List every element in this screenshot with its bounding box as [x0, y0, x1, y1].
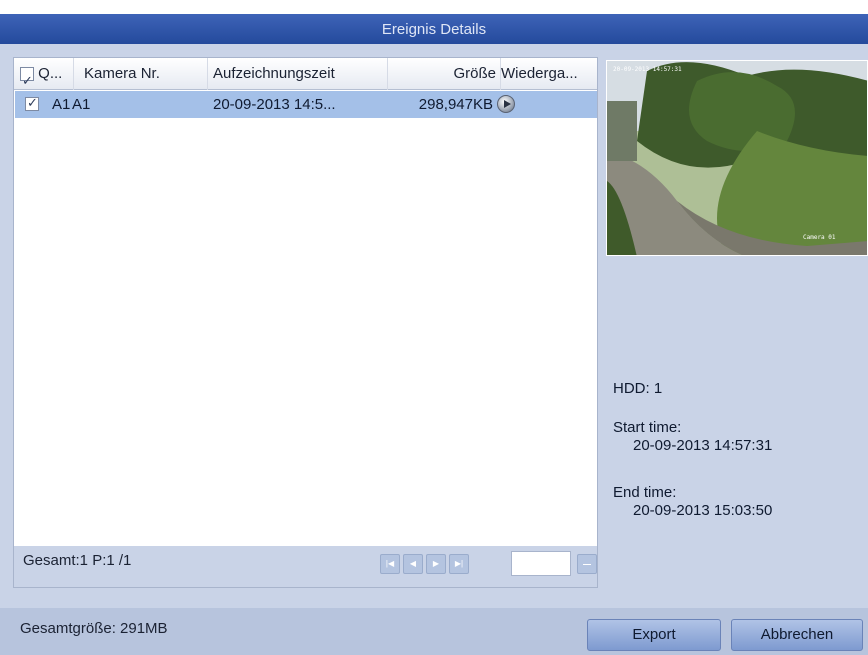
event-list: Q... Kamera Nr. Aufzeichnungszeit Größe … [13, 57, 598, 548]
total-size: Gesamtgröße: 291MB [20, 620, 168, 637]
cancel-button[interactable]: Abbrechen [731, 619, 863, 651]
footer-bar: Gesamtgröße: 291MB Export Abbrechen [0, 608, 868, 655]
page-number-input[interactable] [511, 551, 571, 576]
row-size: 298,947KB [418, 96, 493, 113]
end-time-label: End time: [613, 484, 677, 501]
end-time-value: 20-09-2013 15:03:50 [633, 502, 773, 519]
header-camera[interactable]: Kamera Nr. [78, 58, 208, 90]
start-time-label: Start time: [613, 419, 682, 436]
first-page-button[interactable]: |◀ [380, 554, 400, 574]
title-bar: Ereignis Details [0, 0, 868, 44]
list-header: Q... Kamera Nr. Aufzeichnungszeit Größe … [14, 58, 597, 90]
header-size-label: Größe [453, 65, 496, 82]
start-time-value: 20-09-2013 14:57:31 [633, 437, 773, 454]
next-page-icon: ▶ [432, 559, 440, 568]
row-camera: A1 [72, 96, 91, 113]
window-title: Ereignis Details [381, 21, 487, 38]
header-q: Q... [38, 65, 63, 82]
hdd-label: HDD: 1 [613, 380, 663, 397]
header-time[interactable]: Aufzeichnungszeit [208, 58, 388, 90]
video-preview: 20-09-2013 14:57:31 Camera 01 [606, 60, 868, 256]
preview-scene: 20-09-2013 14:57:31 Camera 01 [607, 61, 867, 255]
pager-text: Gesamt:1 P:1 /1 [23, 552, 132, 569]
prev-page-icon: ◀ [409, 559, 417, 568]
header-camera-label: Kamera Nr. [84, 65, 160, 82]
row-time: 20-09-2013 14:5... [213, 96, 336, 113]
header-playback-label: Wiederga... [501, 65, 578, 82]
last-page-button[interactable]: ▶| [449, 554, 469, 574]
header-size[interactable]: Größe [388, 58, 501, 90]
first-page-icon: |◀ [385, 559, 395, 568]
select-all-checkbox-icon[interactable] [20, 65, 34, 90]
header-time-label: Aufzeichnungszeit [213, 65, 335, 82]
last-page-icon: ▶| [454, 559, 464, 568]
next-page-button[interactable]: ▶ [426, 554, 446, 574]
go-icon[interactable] [577, 554, 597, 574]
export-button[interactable]: Export [587, 619, 721, 651]
osd-camera: Camera 01 [803, 234, 836, 241]
pager: Gesamt:1 P:1 /1 |◀ ◀ ▶ ▶| [13, 546, 598, 588]
osd-timestamp: 20-09-2013 14:57:31 [613, 66, 682, 73]
row-checkbox-icon[interactable] [25, 95, 39, 111]
header-playback[interactable]: Wiederga... [501, 58, 597, 90]
prev-page-button[interactable]: ◀ [403, 554, 423, 574]
header-select[interactable]: Q... [14, 58, 74, 90]
play-icon[interactable] [497, 95, 515, 113]
table-row[interactable]: A1 A1 20-09-2013 14:5... 298,947KB [15, 91, 597, 118]
